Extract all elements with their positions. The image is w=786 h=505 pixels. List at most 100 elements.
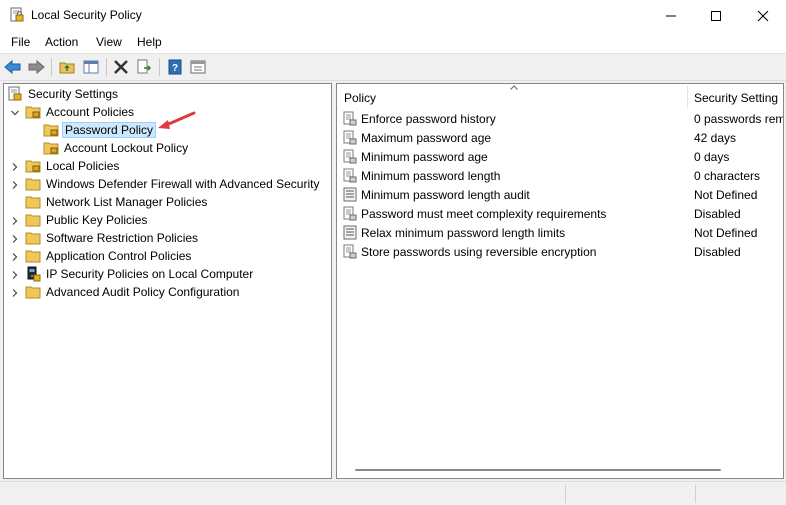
table-row[interactable]: Minimum password length audit Not Defined <box>337 186 783 205</box>
tree-item-public-key[interactable]: Public Key Policies <box>25 211 147 229</box>
table-row[interactable]: Password must meet complexity requiremen… <box>337 205 783 224</box>
security-setting-value: 0 characters <box>694 169 761 183</box>
up-folder-icon <box>59 62 75 74</box>
toolbar-separator <box>106 58 107 76</box>
minimize-button[interactable] <box>648 0 694 31</box>
tree-item-advanced-audit[interactable]: Advanced Audit Policy Configuration <box>25 283 239 301</box>
table-row[interactable]: Minimum password age 0 days <box>337 148 783 167</box>
close-icon <box>757 10 769 21</box>
forward-button[interactable] <box>27 58 45 76</box>
chevron-right-icon[interactable] <box>10 252 20 262</box>
menu-view[interactable]: View <box>96 35 122 49</box>
tree-item-network-list[interactable]: Network List Manager Policies <box>25 193 207 211</box>
policy-doc-icon <box>343 111 357 126</box>
scrollbar-thumb[interactable] <box>355 469 721 471</box>
up-folder-button[interactable] <box>58 58 76 76</box>
security-setting-value: 0 passwords rem <box>694 112 784 126</box>
policy-doc-icon <box>343 244 357 259</box>
back-arrow-icon <box>4 59 21 75</box>
console-tree-icon <box>83 60 99 74</box>
policy-name: Minimum password age <box>361 150 488 164</box>
toolbar: ? <box>0 54 786 81</box>
policy-name: Relax minimum password length limits <box>361 226 566 240</box>
sort-up-icon <box>510 85 518 90</box>
locked-folder-icon <box>43 124 59 137</box>
security-setting-value: Not Defined <box>694 188 758 202</box>
tree-item-label: Windows Defender Firewall with Advanced … <box>46 177 320 191</box>
policy-name: Minimum password length audit <box>361 188 530 202</box>
chevron-right-icon[interactable] <box>10 234 20 244</box>
annotation-arrow-icon <box>158 111 196 129</box>
tree-item-software-restriction[interactable]: Software Restriction Policies <box>25 229 198 247</box>
menu-help[interactable]: Help <box>137 35 162 49</box>
column-header-policy[interactable]: Policy <box>344 91 376 105</box>
back-button[interactable] <box>4 58 22 76</box>
tree-item-label: Network List Manager Policies <box>46 195 208 209</box>
title-bar: Local Security Policy <box>0 0 786 31</box>
policy-doc-icon <box>343 149 357 164</box>
tree-item-label: Public Key Policies <box>46 213 148 227</box>
maximize-button[interactable] <box>693 0 739 31</box>
tree-item-label: Advanced Audit Policy Configuration <box>46 285 240 299</box>
toolbar-separator <box>159 58 160 76</box>
chevron-right-icon[interactable] <box>10 162 20 172</box>
security-setting-value: Not Defined <box>694 226 758 240</box>
folder-icon <box>25 196 41 209</box>
table-row[interactable]: Minimum password length 0 characters <box>337 167 783 186</box>
locked-folder-icon <box>25 106 41 119</box>
help-book-icon: ? <box>168 59 182 75</box>
policy-list-icon <box>343 225 357 240</box>
column-divider[interactable] <box>687 86 688 108</box>
tree-item-password-policy[interactable]: Password Policy <box>43 121 157 139</box>
tree-item-firewall[interactable]: Windows Defender Firewall with Advanced … <box>25 175 319 193</box>
table-row[interactable]: Maximum password age 42 days <box>337 129 783 148</box>
folder-icon <box>25 286 41 299</box>
policy-doc-icon <box>343 168 357 183</box>
export-list-icon <box>137 59 152 74</box>
policy-name: Maximum password age <box>361 131 492 145</box>
tree-item-label: Software Restriction Policies <box>46 231 199 245</box>
column-header-security-setting[interactable]: Security Setting <box>694 91 778 105</box>
tree-item-label: Account Policies <box>46 105 135 119</box>
chevron-down-icon[interactable] <box>10 108 20 118</box>
forward-arrow-icon <box>28 59 45 75</box>
security-settings-icon <box>8 86 22 101</box>
security-setting-value: 42 days <box>694 131 737 145</box>
minimize-icon <box>666 15 676 16</box>
table-row[interactable]: Relax minimum password length limits Not … <box>337 224 783 243</box>
tree-item-label: Account Lockout Policy <box>64 141 189 155</box>
locked-folder-icon <box>43 142 59 155</box>
folder-icon <box>25 214 41 227</box>
locked-folder-icon <box>25 160 41 173</box>
tree-item-application-control[interactable]: Application Control Policies <box>25 247 191 265</box>
menu-file[interactable]: File <box>11 35 30 49</box>
table-row[interactable]: Store passwords using reversible encrypt… <box>337 243 783 262</box>
policy-list-icon <box>343 187 357 202</box>
tree-item-account-lockout-policy[interactable]: Account Lockout Policy <box>43 139 188 157</box>
policy-name: Enforce password history <box>361 112 496 126</box>
policy-list-pane: Policy Security Setting Enforce password… <box>336 83 784 479</box>
console-tree-pane: Security Settings Account Policies Passw… <box>3 83 332 479</box>
horizontal-scrollbar[interactable] <box>337 462 783 478</box>
menu-action[interactable]: Action <box>45 35 78 49</box>
policy-name: Password must meet complexity requiremen… <box>361 207 607 221</box>
tree-item-security-settings[interactable]: Security Settings <box>7 85 118 103</box>
tree-item-local-policies[interactable]: Local Policies <box>25 157 119 175</box>
chevron-right-icon[interactable] <box>10 216 20 226</box>
show-hide-tree-button[interactable] <box>82 58 100 76</box>
chevron-right-icon[interactable] <box>10 180 20 190</box>
properties-button[interactable] <box>189 58 207 76</box>
tree-item-account-policies[interactable]: Account Policies <box>25 103 134 121</box>
chevron-right-icon[interactable] <box>10 288 20 298</box>
window-title: Local Security Policy <box>31 8 142 22</box>
menu-bar: File Action View Help <box>0 31 786 54</box>
chevron-right-icon[interactable] <box>10 270 20 280</box>
close-button[interactable] <box>740 0 786 31</box>
properties-icon <box>190 60 206 74</box>
export-list-button[interactable] <box>135 58 153 76</box>
help-button[interactable]: ? <box>166 58 184 76</box>
tree-item-ip-security[interactable]: IP Security Policies on Local Computer <box>25 265 253 283</box>
status-divider <box>565 485 566 503</box>
delete-button[interactable] <box>112 58 130 76</box>
table-row[interactable]: Enforce password history 0 passwords rem <box>337 110 783 129</box>
